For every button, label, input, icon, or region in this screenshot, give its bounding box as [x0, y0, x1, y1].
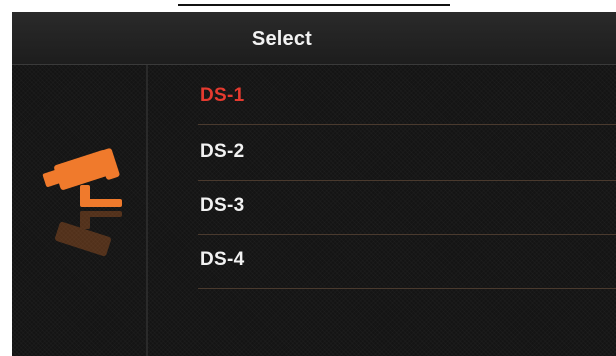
top-band [0, 0, 616, 12]
divider [198, 180, 616, 181]
menu-item-ds-1[interactable]: DS-1 [148, 73, 616, 125]
divider [198, 234, 616, 235]
header-bar: Select [12, 12, 616, 65]
menu-item-label: DS-3 [200, 195, 245, 216]
sidebar [12, 65, 148, 356]
divider [198, 124, 616, 125]
menu-item-label: DS-1 [200, 85, 245, 106]
divider [198, 288, 616, 289]
menu-item-label: DS-4 [200, 249, 245, 270]
device-screen: Select DS-1 DS-2 DS-3 DS-4 [12, 12, 616, 356]
page-title: Select [251, 28, 313, 50]
menu-item-ds-3[interactable]: DS-3 [148, 183, 616, 235]
top-rule [178, 4, 450, 6]
menu-item-ds-2[interactable]: DS-2 [148, 129, 616, 181]
security-camera-icon [42, 148, 122, 257]
device-menu: DS-1 DS-2 DS-3 DS-4 [148, 65, 616, 356]
menu-item-label: DS-2 [200, 141, 245, 162]
menu-item-ds-4[interactable]: DS-4 [148, 237, 616, 289]
